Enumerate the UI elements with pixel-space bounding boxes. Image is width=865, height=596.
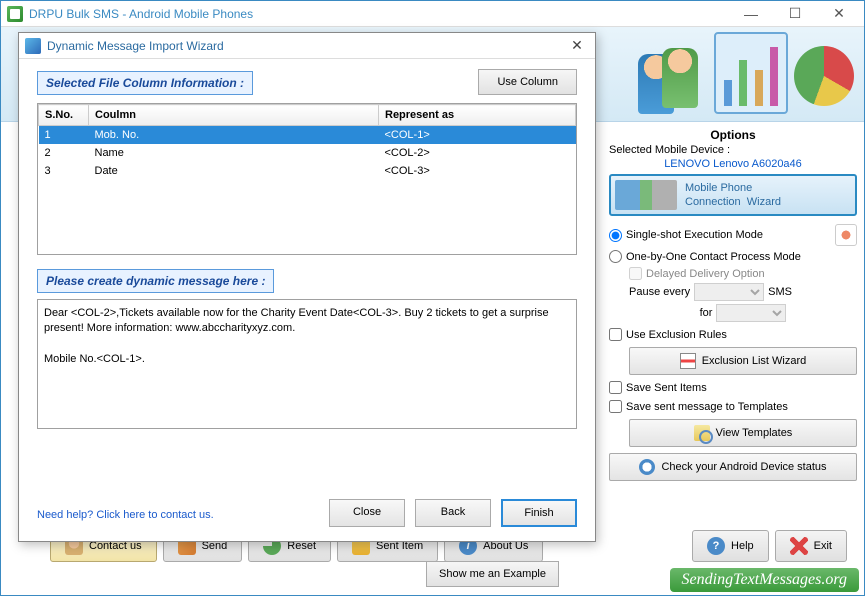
use-exclusion-checkbox[interactable]	[609, 328, 622, 341]
dialog-finish-btn[interactable]: Finish	[501, 499, 577, 527]
col-represent[interactable]: Represent as	[379, 105, 576, 126]
header-illustration	[638, 32, 854, 114]
one-by-one-radio[interactable]	[609, 250, 622, 263]
options-panel: Options Selected Mobile Device : LENOVO …	[609, 128, 857, 487]
section-create-message: Please create dynamic message here :	[37, 269, 274, 293]
cell-sno: 3	[39, 162, 89, 180]
app-icon	[7, 6, 23, 22]
one-by-one-label: One-by-One Contact Process Mode	[626, 251, 801, 263]
save-sent-checkbox[interactable]	[609, 381, 622, 394]
watermark: SendingTextMessages.org	[670, 568, 859, 592]
save-template-label: Save sent message to Templates	[626, 401, 788, 413]
chart-icon	[714, 32, 788, 114]
maximize-button[interactable]: ☐	[782, 4, 808, 24]
check-device-status-button[interactable]: Check your Android Device status	[609, 453, 857, 481]
connection-wizard-button[interactable]: Mobile PhoneConnection Wizard	[609, 174, 857, 216]
connection-icon	[615, 180, 677, 210]
pause-every-select	[694, 283, 764, 301]
dialog-close-btn[interactable]: Close	[329, 499, 405, 527]
check-status-label: Check your Android Device status	[661, 461, 826, 473]
pause-every-label: Pause every	[629, 286, 690, 298]
people-icon	[638, 38, 708, 114]
cell-col: Mob. No.	[89, 126, 379, 145]
columns-table: S.No. Coulmn Represent as 1 Mob. No. <CO…	[37, 103, 577, 255]
cell-rep: <COL-3>	[379, 162, 576, 180]
cell-rep: <COL-1>	[379, 126, 576, 145]
cell-rep: <COL-2>	[379, 144, 576, 162]
table-row[interactable]: 2 Name <COL-2>	[39, 144, 576, 162]
table-row[interactable]: 1 Mob. No. <COL-1>	[39, 126, 576, 145]
close-button[interactable]: ✕	[826, 4, 852, 24]
exit-button[interactable]: Exit	[775, 530, 847, 562]
section-file-columns: Selected File Column Information :	[37, 71, 253, 95]
dialog-close-button[interactable]: ✕	[565, 36, 589, 56]
mode-config-icon[interactable]	[835, 224, 857, 246]
help-icon: ?	[707, 537, 725, 555]
dialog-title: Dynamic Message Import Wizard	[47, 39, 565, 53]
cell-col: Name	[89, 144, 379, 162]
gear-icon	[639, 459, 655, 475]
cell-sno: 1	[39, 126, 89, 145]
connection-wizard-label: Mobile PhoneConnection Wizard	[685, 181, 781, 210]
exclusion-btn-label: Exclusion List Wizard	[702, 355, 807, 367]
col-column[interactable]: Coulmn	[89, 105, 379, 126]
exclusion-icon	[680, 353, 696, 369]
import-wizard-dialog: Dynamic Message Import Wizard ✕ Selected…	[18, 32, 596, 542]
view-templates-label: View Templates	[716, 427, 793, 439]
main-titlebar: DRPU Bulk SMS - Android Mobile Phones — …	[1, 1, 864, 27]
help-label: Help	[731, 540, 754, 552]
use-exclusion-label: Use Exclusion Rules	[626, 329, 727, 341]
exclusion-list-wizard-button[interactable]: Exclusion List Wizard	[629, 347, 857, 375]
bottom-toolbar-right: ? Help Exit	[692, 530, 847, 562]
cell-col: Date	[89, 162, 379, 180]
cell-sno: 2	[39, 144, 89, 162]
delayed-delivery-checkbox	[629, 267, 642, 280]
dialog-titlebar: Dynamic Message Import Wizard ✕	[19, 33, 595, 59]
save-template-checkbox[interactable]	[609, 400, 622, 413]
exit-label: Exit	[814, 540, 832, 552]
device-name: LENOVO Lenovo A6020a46	[609, 158, 857, 170]
minimize-button[interactable]: —	[738, 4, 764, 24]
selected-device-label: Selected Mobile Device :	[609, 144, 857, 156]
save-sent-label: Save Sent Items	[626, 382, 707, 394]
delayed-delivery-label: Delayed Delivery Option	[646, 268, 765, 280]
templates-icon	[694, 425, 710, 441]
help-link[interactable]: Need help? Click here to contact us.	[37, 509, 214, 521]
options-title: Options	[609, 128, 857, 142]
show-example-button[interactable]: Show me an Example	[426, 561, 559, 587]
for-select	[716, 304, 786, 322]
pie-icon	[794, 46, 854, 106]
view-templates-button[interactable]: View Templates	[629, 419, 857, 447]
exit-icon	[790, 537, 808, 555]
message-textarea[interactable]	[37, 299, 577, 429]
for-label: for	[700, 307, 713, 319]
main-title: DRPU Bulk SMS - Android Mobile Phones	[29, 7, 738, 21]
help-button[interactable]: ? Help	[692, 530, 769, 562]
sms-label: SMS	[768, 286, 792, 298]
use-column-button[interactable]: Use Column	[478, 69, 577, 95]
dialog-back-btn[interactable]: Back	[415, 499, 491, 527]
single-shot-label: Single-shot Execution Mode	[626, 229, 763, 241]
single-shot-radio[interactable]	[609, 229, 622, 242]
table-row[interactable]: 3 Date <COL-3>	[39, 162, 576, 180]
dialog-icon	[25, 38, 41, 54]
col-sno[interactable]: S.No.	[39, 105, 89, 126]
